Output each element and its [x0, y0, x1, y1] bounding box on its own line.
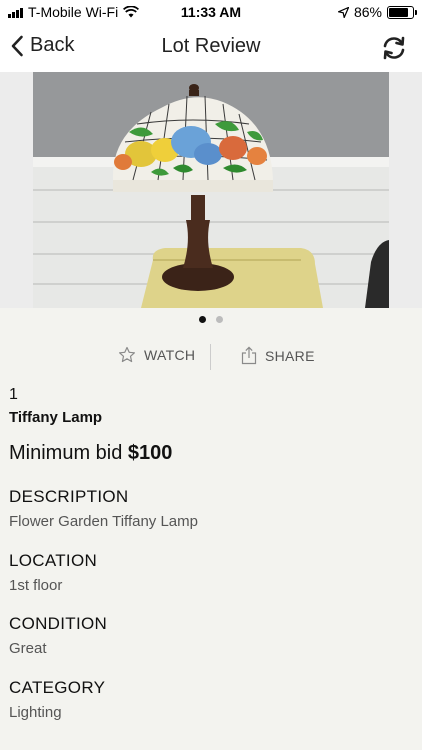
- navigation-bar: Back Lot Review: [0, 24, 422, 72]
- category-label: CATEGORY: [9, 678, 106, 697]
- page-title: Lot Review: [161, 35, 261, 57]
- lot-photo-carousel[interactable]: [0, 72, 422, 308]
- page-dot-2[interactable]: [216, 316, 223, 323]
- share-icon: [241, 346, 257, 365]
- status-right: 86%: [337, 4, 417, 20]
- share-label: SHARE: [265, 347, 315, 364]
- min-bid-value: $100: [127, 442, 173, 464]
- page-dot-1[interactable]: [199, 316, 206, 323]
- description-value: Flower Garden Tiffany Lamp: [9, 513, 198, 530]
- lot-photo: [33, 72, 389, 308]
- watch-button[interactable]: WATCH: [118, 346, 195, 364]
- share-button[interactable]: SHARE: [241, 346, 315, 365]
- description-label: DESCRIPTION: [9, 487, 129, 506]
- condition-label: CONDITION: [9, 614, 108, 633]
- location-value: 1st floor: [9, 577, 63, 594]
- location-label: LOCATION: [9, 551, 98, 570]
- lot-actions: WATCH SHARE: [0, 344, 422, 370]
- battery-percent: 86%: [353, 4, 382, 20]
- minimum-bid: Minimum bid $100: [9, 442, 172, 465]
- actions-divider: [210, 344, 211, 370]
- star-icon: [119, 346, 135, 363]
- status-bar: T-Mobile Wi-Fi 11:33 AM 86%: [0, 0, 422, 24]
- battery-icon: [387, 5, 417, 19]
- location-arrow-icon: [337, 6, 349, 18]
- lot-name: Tiffany Lamp: [9, 409, 103, 426]
- page-indicator[interactable]: [0, 316, 422, 323]
- watch-label: WATCH: [144, 347, 196, 363]
- lot-number: 1: [9, 386, 18, 403]
- condition-value: Great: [9, 640, 47, 657]
- category-value: Lighting: [9, 704, 62, 721]
- min-bid-label: Minimum bid: [9, 442, 123, 464]
- refresh-icon[interactable]: [380, 34, 408, 62]
